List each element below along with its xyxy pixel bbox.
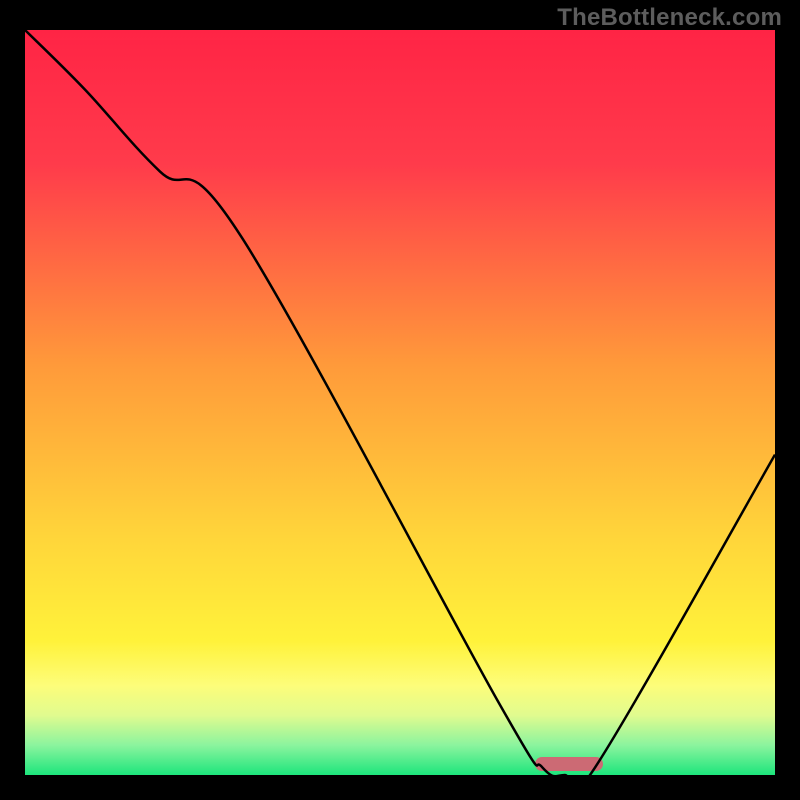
- plot-area: [25, 30, 775, 775]
- bottleneck-curve: [25, 30, 775, 775]
- chart-frame: TheBottleneck.com: [0, 0, 800, 800]
- watermark-label: TheBottleneck.com: [557, 4, 782, 32]
